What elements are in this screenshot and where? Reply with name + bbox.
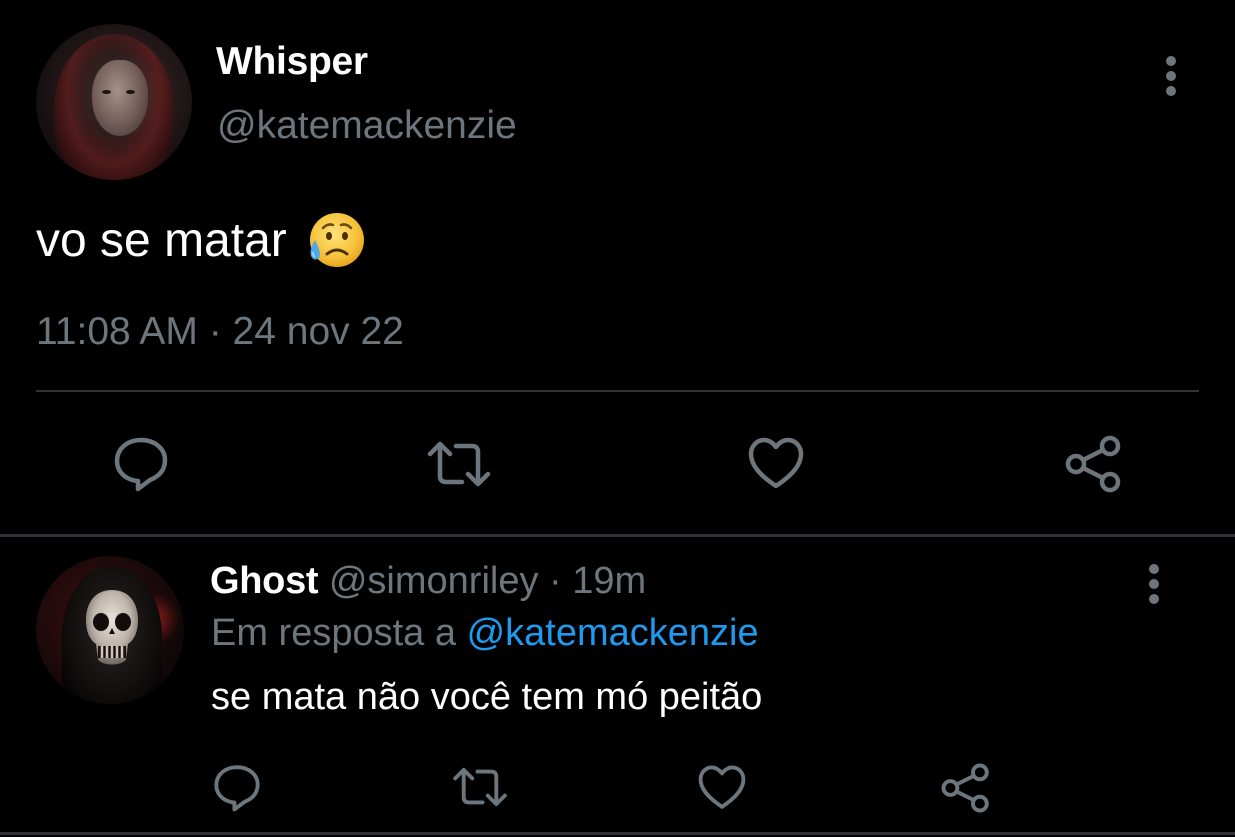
reply-icon[interactable] xyxy=(212,762,262,812)
reply-icon[interactable] xyxy=(112,434,170,492)
divider xyxy=(0,534,1235,537)
avatar-face-shape xyxy=(92,60,148,136)
main-tweet: Whisper @katemackenzie vo se matar 11:08… xyxy=(0,0,1235,536)
avatar[interactable] xyxy=(36,556,184,704)
more-options-icon[interactable] xyxy=(1158,54,1184,98)
avatar[interactable] xyxy=(36,24,192,180)
replying-to-mention-link[interactable]: @katemackenzie xyxy=(467,612,759,654)
divider xyxy=(0,832,1235,835)
retweet-icon[interactable] xyxy=(450,764,510,810)
replying-to-prefix: Em resposta a xyxy=(211,612,467,654)
tweet-text: vo se matar xyxy=(36,210,365,270)
reply-text: se mata não você tem mó peitão xyxy=(211,676,763,718)
share-icon[interactable] xyxy=(940,762,992,814)
retweet-icon[interactable] xyxy=(424,438,494,490)
skull-mask-icon xyxy=(86,590,138,665)
replying-to-line: Em resposta a @katemackenzie xyxy=(211,612,759,655)
reply-author-handle[interactable]: @simonriley xyxy=(329,560,539,602)
author-display-name[interactable]: Whisper xyxy=(216,40,368,84)
reply-time-ago[interactable]: 19m xyxy=(572,560,646,602)
like-icon[interactable] xyxy=(746,436,806,492)
tweet-timestamp[interactable]: 11:08 AM · 24 nov 22 xyxy=(36,310,404,354)
more-options-icon[interactable] xyxy=(1141,562,1167,606)
reply-author-display-name[interactable]: Ghost xyxy=(210,560,319,602)
reply-separator: · xyxy=(538,560,573,602)
reply-header: Ghost @simonriley · 19m xyxy=(210,560,646,603)
tweet-text-content: vo se matar xyxy=(36,213,287,267)
like-icon[interactable] xyxy=(696,764,748,812)
author-handle[interactable]: @katemackenzie xyxy=(217,104,517,148)
share-icon[interactable] xyxy=(1064,434,1124,494)
divider xyxy=(36,390,1199,392)
sad-but-relieved-face-emoji-icon xyxy=(305,210,365,270)
